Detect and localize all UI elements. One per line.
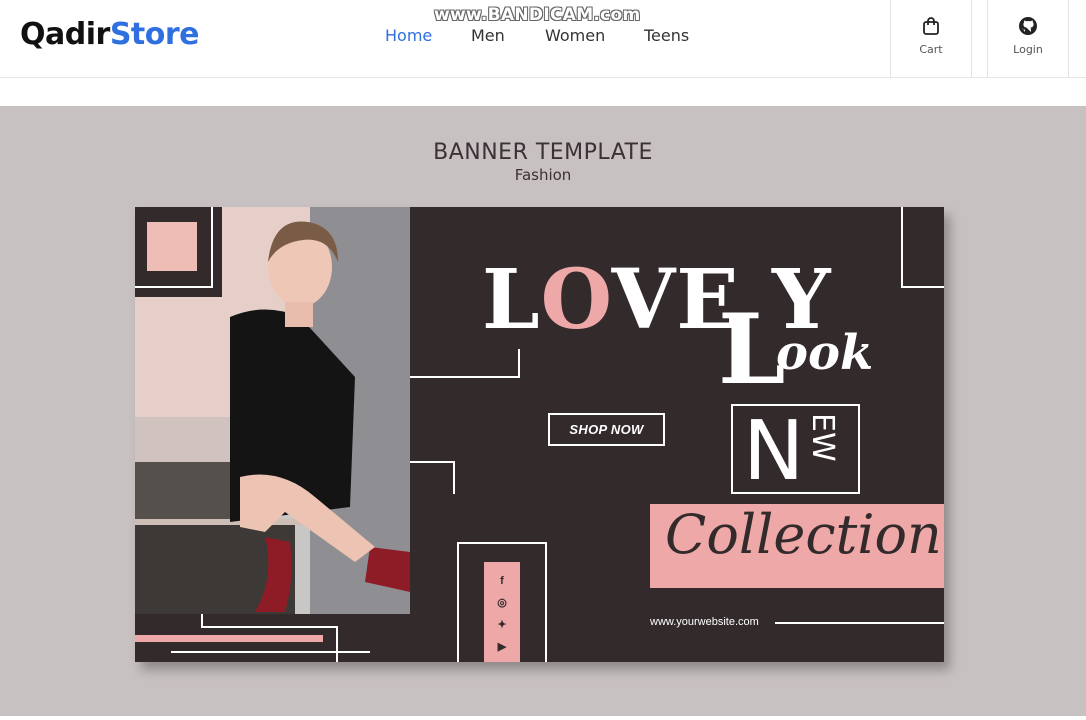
twitter-icon: ✦ bbox=[497, 619, 507, 631]
website-text: www.yourwebsite.com bbox=[650, 616, 759, 628]
brand-logo[interactable]: QadirStore bbox=[20, 17, 200, 52]
instagram-icon: ◎ bbox=[497, 597, 507, 609]
cart-button[interactable]: Cart bbox=[890, 0, 972, 77]
new-letter-n: N bbox=[743, 404, 805, 499]
nav-link-women[interactable]: Women bbox=[545, 26, 605, 45]
collection-text: Collection bbox=[665, 503, 942, 566]
new-letters-ew: EW bbox=[805, 413, 840, 462]
hero-title: BANNER TEMPLATE bbox=[433, 140, 653, 165]
github-icon bbox=[1019, 17, 1037, 35]
login-label: Login bbox=[1013, 43, 1043, 56]
nav-link-men[interactable]: Men bbox=[471, 26, 505, 45]
look-text: ook bbox=[776, 325, 874, 381]
top-navbar: QadirStore Home Men Women Teens www.BAND… bbox=[0, 0, 1086, 78]
facebook-icon: f bbox=[500, 575, 504, 587]
shop-now-button: SHOP NOW bbox=[548, 413, 665, 446]
lovely-letter-o: O bbox=[540, 252, 612, 348]
brand-logo-part2: Store bbox=[109, 17, 200, 52]
login-button[interactable]: Login bbox=[987, 0, 1069, 77]
lovely-letter-l: L bbox=[482, 252, 541, 348]
recording-watermark: www.BANDICAM.com bbox=[434, 5, 641, 25]
nav-link-teens[interactable]: Teens bbox=[644, 26, 689, 45]
hero-subtitle: Fashion bbox=[514, 166, 572, 184]
social-strip: f ◎ ✦ ▶ bbox=[484, 562, 520, 662]
youtube-icon: ▶ bbox=[497, 641, 507, 653]
brand-logo-part1: Qadir bbox=[20, 17, 110, 52]
cart-label: Cart bbox=[919, 43, 943, 56]
shopping-bag-icon bbox=[923, 17, 939, 35]
nav-link-home[interactable]: Home bbox=[385, 26, 432, 45]
fashion-banner-image: LOVE L Y ook N EW SHOP NOW Collection ww… bbox=[135, 207, 944, 662]
banner-lovely-text: LOVE bbox=[482, 259, 740, 341]
